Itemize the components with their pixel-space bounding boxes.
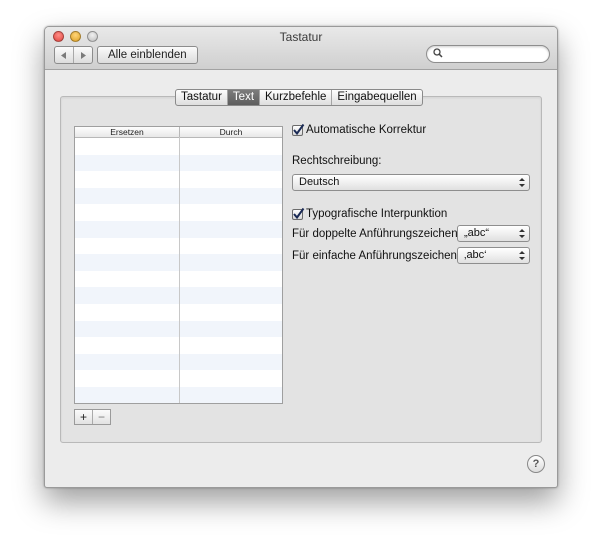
back-button[interactable] xyxy=(55,47,73,63)
tab-eingabequellen[interactable]: Eingabequellen xyxy=(331,90,421,105)
checkmark-icon xyxy=(293,123,305,135)
smart-punctuation-checkbox[interactable] xyxy=(292,207,305,220)
search-field[interactable] xyxy=(426,45,550,63)
window-title: Tastatur xyxy=(279,30,323,44)
add-button[interactable]: + xyxy=(75,410,92,424)
single-quotes-label: Für einfache Anführungszeichen xyxy=(292,250,457,262)
double-quotes-label: Für doppelte Anführungszeichen xyxy=(292,228,458,240)
autocorrect-checkbox-row[interactable]: Automatische Korrektur xyxy=(292,123,427,136)
help-button[interactable]: ? xyxy=(527,455,545,473)
autocorrect-label: Automatische Korrektur xyxy=(306,124,427,136)
smart-punctuation-label: Typografische Interpunktion xyxy=(306,208,448,220)
smart-punctuation-checkbox-row[interactable]: Typografische Interpunktion xyxy=(292,207,448,220)
spelling-label: Rechtschreibung: xyxy=(292,155,382,167)
autocorrect-checkbox[interactable] xyxy=(292,123,305,136)
navigation-segmented-control xyxy=(54,46,93,64)
double-quotes-value: „abc“ xyxy=(464,227,490,239)
popup-arrows-icon xyxy=(519,251,525,260)
forward-button[interactable] xyxy=(73,47,92,63)
back-icon xyxy=(61,51,66,59)
single-quotes-value: ‚abc‘ xyxy=(464,249,487,261)
forward-icon xyxy=(81,51,86,59)
table-edit-buttons: + − xyxy=(74,409,111,425)
title-bar: Tastatur Alle einblenden xyxy=(45,27,557,70)
preferences-window: Tastatur Alle einblenden Tastatur Text K… xyxy=(44,26,558,488)
show-all-button[interactable]: Alle einblenden xyxy=(97,46,198,64)
search-input[interactable] xyxy=(447,47,549,63)
single-quotes-popup[interactable]: ‚abc‘ xyxy=(457,247,530,264)
column-header-with[interactable]: Durch xyxy=(180,127,282,137)
tab-text[interactable]: Text xyxy=(226,90,260,105)
popup-arrows-icon xyxy=(519,178,525,187)
spelling-value: Deutsch xyxy=(299,176,340,188)
tab-bar: Tastatur Text Kurzbefehle Eingabequellen xyxy=(175,89,423,106)
checkmark-icon xyxy=(293,207,305,219)
spelling-popup[interactable]: Deutsch xyxy=(292,174,530,191)
remove-button[interactable]: − xyxy=(92,410,110,424)
tab-kurzbefehle[interactable]: Kurzbefehle xyxy=(259,90,331,105)
tab-tastatur[interactable]: Tastatur xyxy=(176,90,227,105)
popup-arrows-icon xyxy=(519,229,525,238)
text-replacement-table[interactable]: Ersetzen Durch xyxy=(74,126,283,404)
column-divider xyxy=(179,137,180,403)
search-icon xyxy=(433,48,443,58)
column-header-replace[interactable]: Ersetzen xyxy=(75,127,180,137)
double-quotes-popup[interactable]: „abc“ xyxy=(457,225,530,242)
